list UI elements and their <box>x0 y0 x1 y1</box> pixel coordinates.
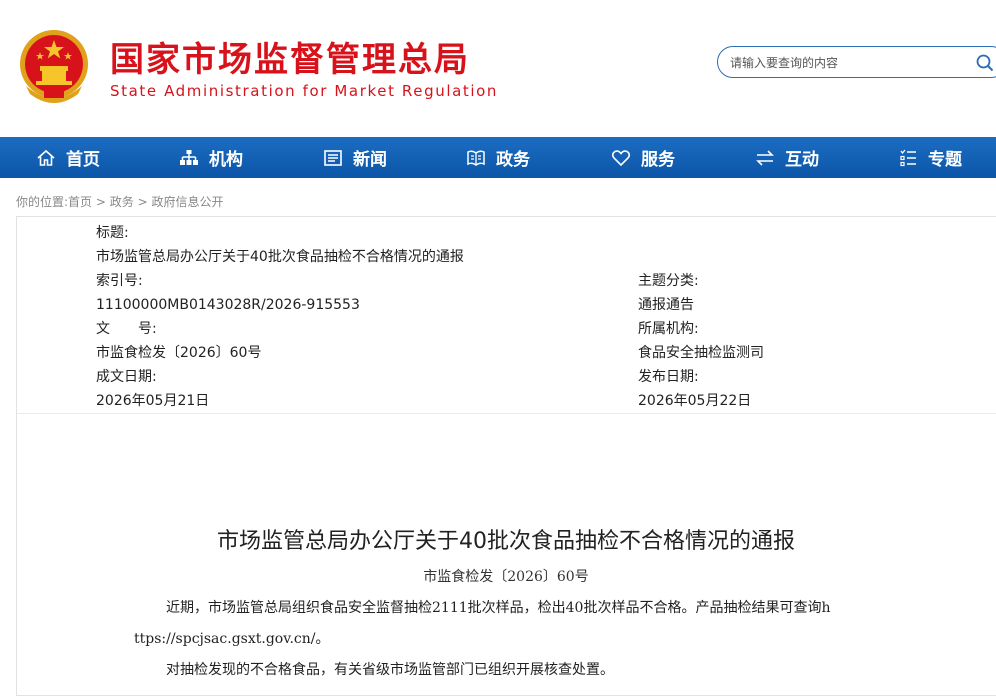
nav-label: 互动 <box>785 150 819 170</box>
nav-label: 专题 <box>928 150 962 170</box>
search-icon[interactable] <box>976 54 994 72</box>
breadcrumb-link-disclosure[interactable]: 政府信息公开 <box>151 195 223 209</box>
meta-docno-label: 文 号: <box>96 321 157 337</box>
meta-category-label: 主题分类: <box>638 273 699 289</box>
nav-label: 机构 <box>209 150 243 170</box>
nav-item-affairs[interactable]: 政务 <box>466 137 530 178</box>
meta-org: 所属机构: 食品安全抽检监测司 <box>638 317 764 365</box>
meta-date-written: 成文日期: 2026年05月21日 <box>96 365 209 413</box>
search-box <box>717 46 996 78</box>
meta-docno-value: 市监食检发〔2026〕60号 <box>96 345 262 361</box>
exchange-arrows-icon <box>756 149 774 166</box>
breadcrumb-link-affairs[interactable]: 政务 <box>110 195 134 209</box>
nav-label: 新闻 <box>353 150 387 170</box>
meta-date-published: 发布日期: 2026年05月22日 <box>638 365 751 413</box>
meta-index-label: 索引号: <box>96 273 143 289</box>
book-icon <box>467 149 485 166</box>
meta-date-written-value: 2026年05月21日 <box>96 393 210 409</box>
nav-label: 服务 <box>641 150 675 170</box>
meta-title-label: 标题: <box>96 225 129 241</box>
site-header: 国家市场监督管理总局 State Administration for Mark… <box>0 0 996 137</box>
document-number: 市监食检发〔2026〕60号 <box>423 569 589 585</box>
breadcrumb-separator: > <box>92 195 110 209</box>
breadcrumb: 你的位置:首页 > 政务 > 政府信息公开 <box>16 193 223 210</box>
nav-label: 政务 <box>496 150 530 170</box>
nav-item-topics[interactable]: 专题 <box>898 137 962 178</box>
content-panel: 标题: 市场监管总局办公厅关于40批次食品抽检不合格情况的通报 索引号: 111… <box>16 216 996 696</box>
document-title: 市场监管总局办公厅关于40批次食品抽检不合格情况的通报 <box>217 529 795 554</box>
newspaper-icon <box>324 149 342 166</box>
org-chart-icon <box>180 149 198 165</box>
nav-item-service[interactable]: 服务 <box>611 137 675 178</box>
breadcrumb-separator: > <box>133 195 152 209</box>
meta-title-value: 市场监管总局办公厅关于40批次食品抽检不合格情况的通报 <box>96 249 464 265</box>
main-nav: 首页 机构 新闻 政务 服务 互动 专题 <box>0 137 996 178</box>
site-title: 国家市场监督管理总局 <box>110 40 470 80</box>
meta-title: 标题: 市场监管总局办公厅关于40批次食品抽检不合格情况的通报 <box>96 221 464 269</box>
nav-label: 首页 <box>66 150 100 170</box>
meta-index: 索引号: 11100000MB0143028R/2026-915553 <box>96 269 360 317</box>
meta-date-written-label: 成文日期: <box>96 369 157 385</box>
nav-item-interact[interactable]: 互动 <box>755 137 819 178</box>
search-input[interactable] <box>728 51 972 75</box>
breadcrumb-prefix: 你的位置: <box>16 195 69 209</box>
nav-item-home[interactable]: 首页 <box>36 137 100 178</box>
document-paragraph-1-line-2: ttps://spcjsac.gsxt.gov.cn/。 <box>134 631 330 647</box>
national-emblem-icon <box>20 30 88 103</box>
meta-divider <box>17 413 996 414</box>
meta-org-label: 所属机构: <box>638 321 699 337</box>
home-icon <box>37 149 55 166</box>
document-paragraph-2: 对抽检发现的不合格食品，有关省级市场监管部门已组织开展核查处置。 <box>166 662 614 678</box>
breadcrumb-link-home[interactable]: 首页 <box>68 195 92 209</box>
meta-date-published-value: 2026年05月22日 <box>638 393 752 409</box>
meta-category: 主题分类: 通报通告 <box>638 269 699 317</box>
meta-org-value: 食品安全抽检监测司 <box>638 345 764 361</box>
meta-docno: 文 号: 市监食检发〔2026〕60号 <box>96 317 261 365</box>
document-paragraph-1-line-1: 近期，市场监管总局组织食品安全监督抽检2111批次样品，检出40批次样品不合格。… <box>166 600 831 616</box>
nav-item-news[interactable]: 新闻 <box>323 137 387 178</box>
heart-icon <box>611 149 631 166</box>
meta-date-published-label: 发布日期: <box>638 369 699 385</box>
site-subtitle: State Administration for Market Regulati… <box>110 82 499 100</box>
meta-category-value: 通报通告 <box>638 297 694 313</box>
meta-index-value: 11100000MB0143028R/2026-915553 <box>96 297 360 313</box>
nav-item-org[interactable]: 机构 <box>179 137 243 178</box>
list-icon <box>900 149 916 166</box>
